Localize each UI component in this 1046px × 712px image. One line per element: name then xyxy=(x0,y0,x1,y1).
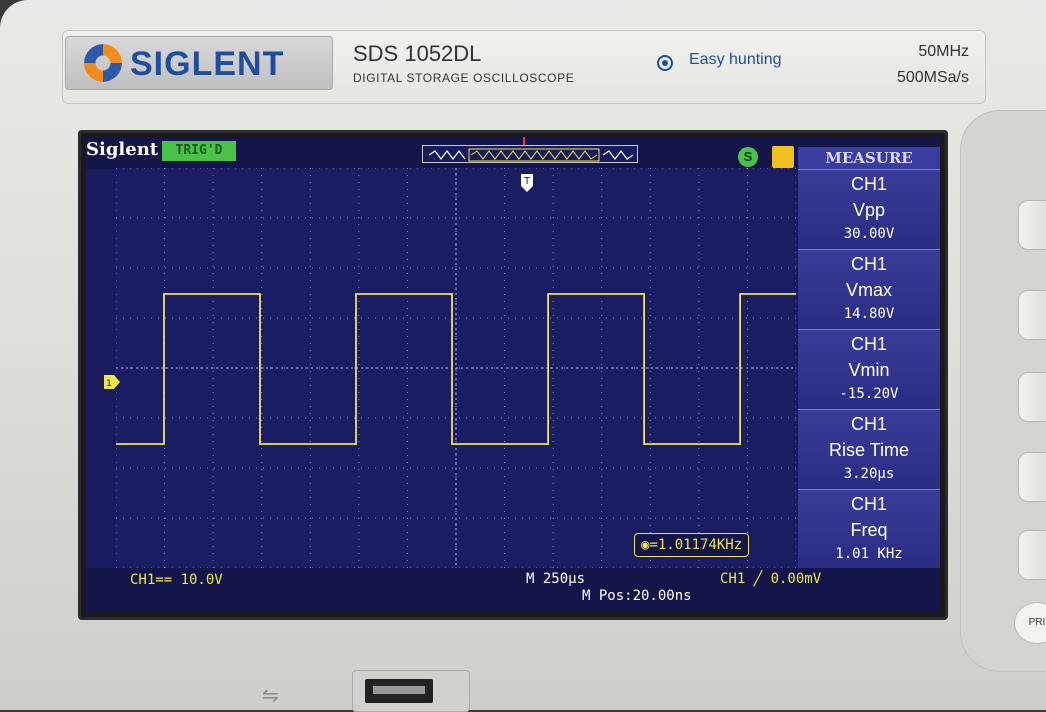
brand-logo: SIGLENT xyxy=(65,36,333,90)
timebase-readout: M 250µs xyxy=(526,571,586,587)
menu-button-3[interactable] xyxy=(1018,372,1046,422)
siglent-logo-icon xyxy=(84,44,122,82)
lcd-screen: Siglent TRIG'D S T 1 ◉=1.01174KHz MEASUR… xyxy=(86,137,940,611)
measure-channel: CH1 xyxy=(850,254,887,274)
screen-brand: Siglent xyxy=(86,139,159,160)
menu-button-4[interactable] xyxy=(1018,452,1046,502)
measure-value: 3.20µs xyxy=(843,466,895,482)
sample-rate-spec: 500MSa/s xyxy=(896,69,969,86)
oscilloscope-bezel: SIGLENT SDS 1052DL DIGITAL STORAGE OSCIL… xyxy=(0,0,1046,712)
run-status-badge: TRIG'D xyxy=(162,141,236,161)
model-subtitle: DIGITAL STORAGE OSCILLOSCOPE xyxy=(353,71,575,85)
measure-menu-title: MEASURE xyxy=(798,147,940,169)
measure-channel: CH1 xyxy=(850,494,887,514)
trigger-position-indicator xyxy=(523,137,525,145)
menu-button-5[interactable] xyxy=(1018,530,1046,580)
menu-button-1[interactable] xyxy=(1018,200,1046,250)
svg-text:T: T xyxy=(523,176,531,187)
menu-button-2[interactable] xyxy=(1018,290,1046,340)
memory-waveform-icon xyxy=(428,148,634,162)
measure-value: 1.01 KHz xyxy=(835,546,903,562)
measure-value: -15.20V xyxy=(839,386,899,402)
model-number: SDS 1052DL xyxy=(353,41,482,66)
measure-name: Vmax xyxy=(845,280,892,300)
trigger-readout: CH1 ╱ 0.00mV xyxy=(720,571,822,587)
usb-icon: ⇋ xyxy=(262,685,279,707)
trigger-marker-icon: T xyxy=(521,174,533,192)
bandwidth-spec: 50MHz xyxy=(918,43,969,60)
memory-depth-bar xyxy=(422,145,638,163)
measure-name: Freq xyxy=(850,520,888,540)
graticule-grid xyxy=(116,168,796,568)
measure-item-vmax[interactable]: CH1 Vmax 14.80V xyxy=(798,249,940,329)
time-position-readout: M Pos:20.00ns xyxy=(582,588,692,604)
storage-status-icon xyxy=(772,146,794,168)
measure-channel: CH1 xyxy=(850,334,887,354)
brand-name: SIGLENT xyxy=(130,45,285,83)
measure-item-vmin[interactable]: CH1 Vmin -15.20V xyxy=(798,329,940,409)
target-icon xyxy=(657,55,673,71)
measure-channel: CH1 xyxy=(850,414,887,434)
usb-status-icon: S xyxy=(738,147,758,167)
measure-item-rise-time[interactable]: CH1 Rise Time 3.20µs xyxy=(798,409,940,489)
ch1-scale-readout: CH1== 10.0V xyxy=(130,572,223,588)
measure-name: Vpp xyxy=(852,200,886,220)
measure-item-vpp[interactable]: CH1 Vpp 30.00V xyxy=(798,169,940,249)
ch1-ground-marker-icon: 1 xyxy=(104,375,120,389)
measure-value: 14.80V xyxy=(843,306,895,322)
frequency-counter: ◉=1.01174KHz xyxy=(634,533,750,557)
measure-name: Vmin xyxy=(848,360,890,380)
measure-value: 30.00V xyxy=(843,226,895,242)
measure-name: Rise Time xyxy=(828,440,909,460)
frequency-counter-value: =1.01174KHz xyxy=(649,537,743,553)
screen-status-bar: CH1== 10.0V M 250µs M Pos:20.00ns CH1 ╱ … xyxy=(86,568,940,611)
measure-channel: CH1 xyxy=(850,174,887,194)
measure-item-freq[interactable]: CH1 Freq 1.01 KHz xyxy=(798,489,940,569)
easy-hunting-label: Easy hunting xyxy=(689,51,782,68)
usb-port[interactable] xyxy=(352,670,470,712)
usb-socket xyxy=(365,679,433,703)
svg-text:1: 1 xyxy=(106,379,112,389)
measure-menu: MEASURE CH1 Vpp 30.00V CH1 Vmax 14.80V C… xyxy=(798,147,940,569)
waveform-graticule xyxy=(116,168,796,568)
nameplate: SIGLENT SDS 1052DL DIGITAL STORAGE OSCIL… xyxy=(62,30,986,104)
